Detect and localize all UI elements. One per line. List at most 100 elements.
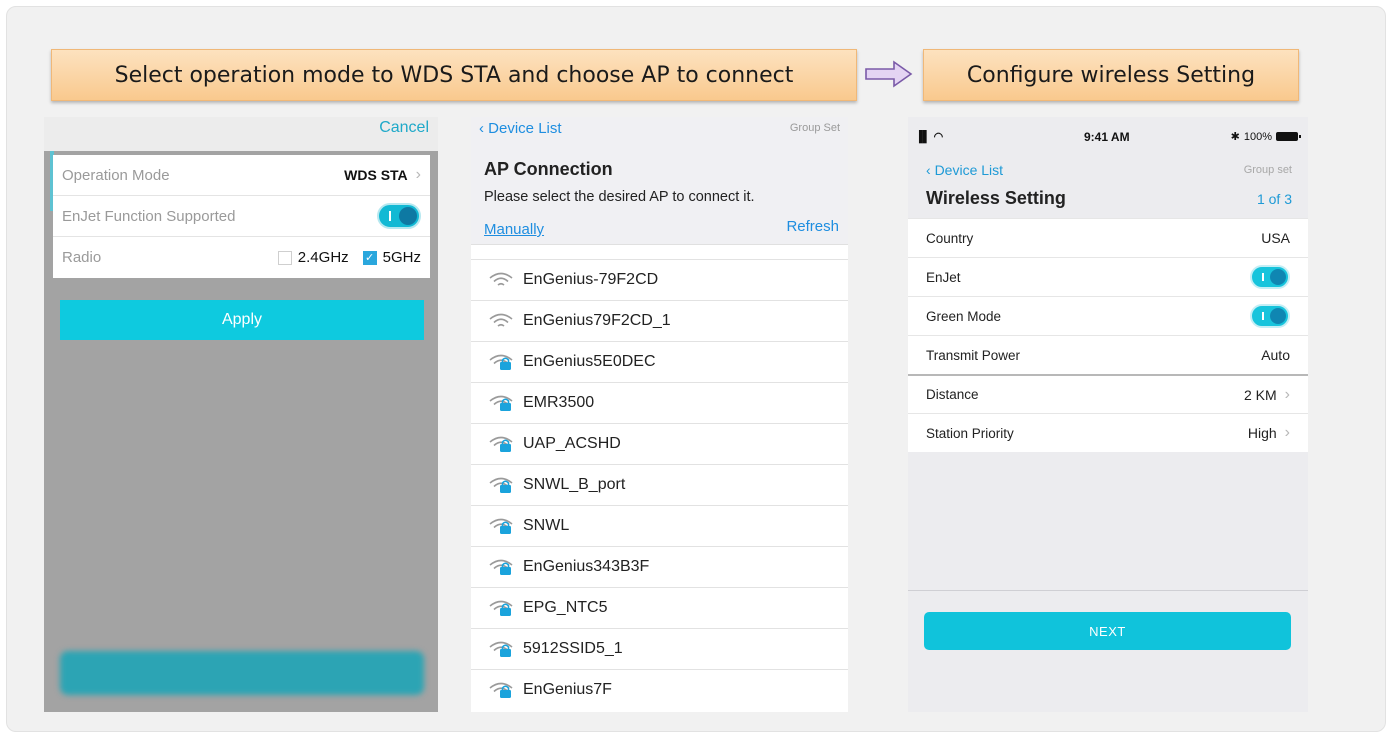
ap-name: EnGenius5E0DEC xyxy=(523,353,656,370)
country-label: Country xyxy=(926,230,974,246)
signal-wifi-icon: ▐▌ ◠ xyxy=(915,131,944,143)
ap-list-item[interactable]: SNWL_B_port xyxy=(471,464,848,505)
ap-list-item[interactable]: EnGenius-79F2CD xyxy=(471,259,848,300)
battery-indicator: ✱ 100% xyxy=(1230,130,1301,143)
ap-list-item[interactable]: EPG_NTC5 xyxy=(471,587,848,628)
ap-list-item[interactable]: EnGenius79F2CD_1 xyxy=(471,300,848,341)
distance-label: Distance xyxy=(926,387,979,402)
radio-5g-option[interactable]: ✓ 5GHz xyxy=(362,249,421,266)
battery-icon xyxy=(1276,132,1301,141)
step-banner-right: Configure wireless Setting xyxy=(923,49,1299,101)
wifi-lock-icon xyxy=(488,600,523,616)
ap-name: EnGenius343B3F xyxy=(523,558,650,575)
right-arrow-icon xyxy=(865,60,913,88)
refresh-button[interactable]: Refresh xyxy=(786,218,839,235)
radio-2g-label: 2.4GHz xyxy=(297,249,349,266)
status-time: 9:41 AM xyxy=(1084,130,1130,144)
apply-button[interactable]: Apply xyxy=(60,300,424,340)
country-row[interactable]: Country USA xyxy=(908,218,1308,257)
checkbox-5g[interactable]: ✓ xyxy=(362,250,377,265)
ap-name: EnGenius-79F2CD xyxy=(523,271,659,288)
back-label: Device List xyxy=(488,120,562,137)
enjet-toggle[interactable] xyxy=(377,203,421,229)
ap-name: EMR3500 xyxy=(523,394,595,411)
ap-name: EnGenius79F2CD_1 xyxy=(523,312,671,329)
next-button[interactable]: NEXT xyxy=(924,612,1291,650)
settings-card: Operation Mode WDS STA › EnJet Function … xyxy=(53,155,430,278)
ap-list-item[interactable]: EnGenius7F xyxy=(471,669,848,710)
wifi-lock-icon xyxy=(488,518,523,534)
wifi-lock-icon xyxy=(488,477,523,493)
ap-list-item[interactable]: EnGenius5E0DEC xyxy=(471,341,848,382)
transmit-power-row[interactable]: Transmit Power Auto xyxy=(908,335,1308,374)
wifi-lock-icon xyxy=(488,436,523,452)
country-value: USA xyxy=(1261,230,1290,246)
green-mode-label: Green Mode xyxy=(926,308,1002,324)
status-bar: ▐▌ ◠ 9:41 AM ✱ 100% xyxy=(908,117,1308,145)
settings-list: Country USA EnJet Green Mode Transmit Po… xyxy=(908,218,1308,452)
checkbox-2g[interactable] xyxy=(277,250,292,265)
station-priority-row[interactable]: Station Priority High › xyxy=(908,413,1308,452)
wifi-lock-icon xyxy=(488,682,523,698)
ap-name: EnGenius7F xyxy=(523,681,612,698)
panel2-header: ‹ Device List Group Set AP Connection Pl… xyxy=(471,117,848,245)
radio-row: Radio 2.4GHz ✓ 5GHz xyxy=(53,237,430,278)
operation-mode-label: Operation Mode xyxy=(62,166,170,184)
operation-mode-panel: Cancel Operation Mode WDS STA › EnJet Fu… xyxy=(44,117,438,712)
page-title: Wireless Setting xyxy=(926,188,1066,208)
back-button[interactable]: ‹ Device List xyxy=(479,120,562,137)
ap-name: SNWL_B_port xyxy=(523,476,626,493)
back-label: Device List xyxy=(934,162,1004,178)
wifi-lock-icon xyxy=(488,641,523,657)
ap-list-item[interactable]: EnGenius343B3F xyxy=(471,546,848,587)
ap-list-item[interactable]: 5912SSID5_1 xyxy=(471,628,848,669)
blurred-button xyxy=(60,651,424,695)
radio-5g-label: 5GHz xyxy=(382,249,421,266)
page-title: AP Connection xyxy=(484,159,613,179)
green-mode-row: Green Mode xyxy=(908,296,1308,335)
chevron-right-icon: › xyxy=(1284,385,1290,403)
bluetooth-icon: ✱ xyxy=(1230,131,1240,143)
green-mode-toggle[interactable] xyxy=(1250,304,1290,328)
cancel-button[interactable]: Cancel xyxy=(379,119,429,137)
ap-name: 5912SSID5_1 xyxy=(523,640,623,657)
ap-connection-panel: ‹ Device List Group Set AP Connection Pl… xyxy=(471,117,848,712)
wifi-lock-icon xyxy=(488,354,523,370)
wifi-icon xyxy=(488,313,523,329)
chevron-right-icon: › xyxy=(415,166,421,183)
operation-mode-value: WDS STA xyxy=(344,167,408,183)
group-set-link[interactable]: Group Set xyxy=(790,122,840,134)
station-priority-label: Station Priority xyxy=(926,425,1014,441)
manually-link[interactable]: Manually xyxy=(484,221,544,238)
distance-row[interactable]: Distance 2 KM › xyxy=(908,374,1308,413)
step-banner-left: Select operation mode to WDS STA and cho… xyxy=(51,49,857,101)
wifi-lock-icon xyxy=(488,395,523,411)
ap-list: EnGenius-79F2CD EnGenius79F2CD_1 EnGenius5… xyxy=(471,259,848,710)
divider xyxy=(908,590,1308,591)
step-counter: 1 of 3 xyxy=(1256,191,1292,207)
panel1-header: Cancel xyxy=(44,117,438,151)
enjet-row: EnJet Function Supported xyxy=(53,196,430,237)
radio-2g-option[interactable]: 2.4GHz xyxy=(277,249,349,266)
enjet-toggle[interactable] xyxy=(1250,265,1290,289)
chevron-right-icon: › xyxy=(1284,424,1290,441)
page-subtitle: Please select the desired AP to connect … xyxy=(484,189,755,205)
operation-mode-row[interactable]: Operation Mode WDS STA › xyxy=(53,155,430,196)
ap-list-item[interactable]: SNWL xyxy=(471,505,848,546)
enjet-row: EnJet xyxy=(908,257,1308,296)
ap-name: UAP_ACSHD xyxy=(523,435,621,452)
ap-list-item[interactable]: EMR3500 xyxy=(471,382,848,423)
distance-value: 2 KM xyxy=(1243,386,1277,403)
battery-percent: 100% xyxy=(1243,130,1272,143)
enjet-label: EnJet Function Supported xyxy=(62,207,236,225)
ap-list-item[interactable]: UAP_ACSHD xyxy=(471,423,848,464)
enjet-label: EnJet xyxy=(926,269,961,285)
wireless-setting-panel: ▐▌ ◠ 9:41 AM ✱ 100% ‹ Device List Group … xyxy=(908,117,1308,712)
transmit-power-value: Auto xyxy=(1261,347,1290,363)
wifi-icon xyxy=(488,272,523,288)
transmit-power-label: Transmit Power xyxy=(926,347,1021,363)
wifi-lock-icon xyxy=(488,559,523,575)
group-set-link[interactable]: Group set xyxy=(1244,164,1292,176)
back-button[interactable]: ‹ Device List xyxy=(926,162,1003,178)
ap-name: EPG_NTC5 xyxy=(523,599,608,616)
